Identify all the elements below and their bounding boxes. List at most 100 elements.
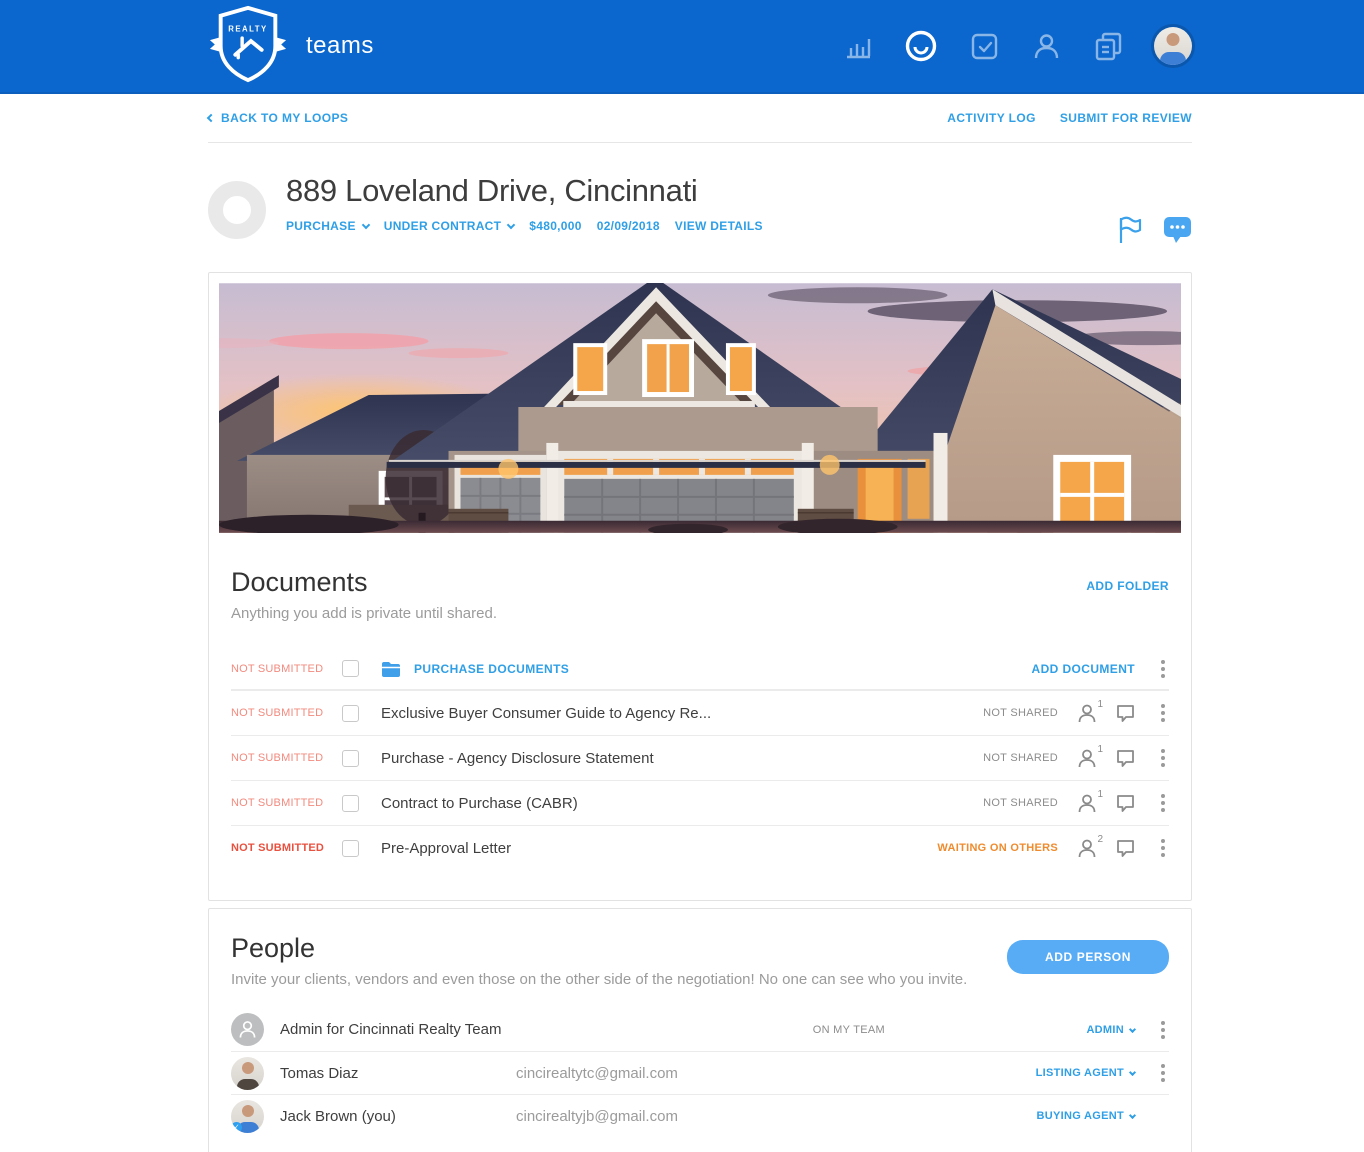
add-person-button[interactable]: ADD PERSON (1006, 940, 1169, 974)
submit-for-review-link[interactable]: SUBMIT FOR REVIEW (1060, 111, 1192, 125)
flag-icon[interactable] (1117, 215, 1143, 245)
loop-price: $480,000 (529, 219, 582, 233)
chevron-down-icon (507, 220, 516, 230)
subnav: BACK TO MY LOOPS ACTIVITY LOG SUBMIT FOR… (206, 94, 1192, 143)
person-role-dropdown[interactable]: BUYING AGENT (1003, 1110, 1137, 1122)
document-status: NOT SUBMITTED (231, 797, 324, 809)
document-kebab-icon[interactable] (1157, 839, 1169, 857)
document-name[interactable]: Contract to Purchase (CABR) (381, 795, 578, 812)
document-name[interactable]: Pre-Approval Letter (381, 840, 511, 857)
share-status: NOT SHARED (983, 797, 1058, 809)
templates-icon[interactable] (1092, 30, 1125, 63)
svg-text:REALTY: REALTY (228, 24, 267, 33)
back-to-my-loops-link[interactable]: BACK TO MY LOOPS (206, 111, 348, 125)
loop-header: 889 Loveland Drive, Cincinnati PURCHASE … (208, 143, 1192, 243)
folder-status: NOT SUBMITTED (231, 662, 324, 675)
stats-icon[interactable] (842, 30, 874, 62)
folder-name[interactable]: PURCHASE DOCUMENTS (414, 662, 569, 676)
avatar-shirt (1160, 52, 1186, 65)
document-status: NOT SUBMITTED (231, 707, 324, 719)
chevron-down-icon (1128, 1068, 1137, 1077)
folder-icon (381, 661, 401, 677)
activity-log-link[interactable]: ACTIVITY LOG (947, 111, 1036, 125)
person-name: Jack Brown (you) (280, 1107, 396, 1125)
person-avatar: ✓ (231, 1099, 264, 1133)
loop-status-dropdown[interactable]: UNDER CONTRACT (384, 219, 516, 233)
comment-icon[interactable] (1116, 749, 1135, 767)
page-title: 889 Loveland Drive, Cincinnati (286, 173, 698, 208)
document-checkbox[interactable] (342, 794, 359, 812)
realty-shield-logo-icon: REALTY (206, 3, 290, 90)
generic-person-avatar (231, 1013, 264, 1046)
avatar-face (241, 1061, 254, 1074)
messages-icon[interactable] (1163, 216, 1192, 244)
person-role-dropdown[interactable]: ADMIN (1003, 1024, 1137, 1036)
person-email: cincirealtyjb@gmail.com (516, 1107, 678, 1125)
document-row: NOT SUBMITTED Contract to Purchase (CABR… (231, 780, 1169, 825)
document-name[interactable]: Purchase - Agency Disclosure Statement (381, 750, 654, 767)
folder-checkbox[interactable] (342, 660, 359, 677)
comment-icon[interactable] (1116, 704, 1135, 722)
view-details-link[interactable]: VIEW DETAILS (675, 219, 763, 233)
person-email: cincirealtytc@gmail.com (516, 1064, 678, 1082)
document-row: NOT SUBMITTED Pre-Approval Letter WAITIN… (231, 825, 1169, 870)
add-document-link[interactable]: ADD DOCUMENT (1032, 662, 1135, 676)
loop-date: 02/09/2018 (596, 219, 660, 233)
top-navigation-bar: REALTY teams (0, 0, 1364, 94)
comment-icon[interactable] (1116, 794, 1135, 812)
tasks-icon[interactable] (968, 30, 1001, 63)
person-row: ✓ Jack Brown (you) cincirealtyjb@gmail.c… (231, 1094, 1169, 1137)
person-name: Admin for Cincinnati Realty Team (280, 1021, 502, 1038)
person-row: Admin for Cincinnati Realty Team ON MY T… (231, 1008, 1169, 1051)
loop-status-ring (208, 181, 266, 239)
documents-heading: Documents (231, 567, 368, 597)
document-kebab-icon[interactable] (1157, 704, 1169, 722)
share-status: NOT SHARED (983, 752, 1058, 764)
person-avatar (231, 1056, 264, 1090)
document-kebab-icon[interactable] (1157, 749, 1169, 767)
document-status: NOT SUBMITTED (231, 752, 324, 764)
chevron-left-icon (206, 113, 216, 123)
profile-avatar[interactable] (1154, 27, 1192, 65)
documents-subtext: Anything you add is private until shared… (231, 605, 497, 622)
people-icon[interactable] (1030, 30, 1063, 63)
verified-badge-icon: ✓ (231, 1121, 242, 1133)
chevron-down-icon (1128, 1111, 1137, 1120)
comment-icon[interactable] (1116, 839, 1135, 857)
document-row: NOT SUBMITTED Purchase - Agency Disclosu… (231, 735, 1169, 780)
avatar-suit (236, 1078, 259, 1090)
documents-card: Documents Anything you add is private un… (208, 272, 1192, 901)
people-card: People Invite your clients, vendors and … (208, 908, 1192, 1152)
person-team-label: ON MY TEAM (812, 1023, 885, 1036)
shared-people-icon[interactable]: 2 (1078, 834, 1103, 858)
shared-people-icon[interactable]: 1 (1078, 744, 1103, 768)
avatar-face (1166, 33, 1180, 46)
shared-people-icon[interactable]: 1 (1078, 789, 1103, 813)
brand[interactable]: REALTY teams (206, 3, 374, 90)
transaction-type-dropdown[interactable]: PURCHASE (286, 219, 370, 233)
share-status: NOT SHARED (983, 707, 1058, 719)
document-checkbox[interactable] (342, 704, 359, 722)
avatar-face (241, 1104, 254, 1117)
property-photo (209, 273, 1191, 533)
product-name: teams (306, 32, 374, 59)
person-name: Tomas Diaz (280, 1064, 359, 1082)
person-role-dropdown[interactable]: LISTING AGENT (1003, 1067, 1137, 1079)
person-kebab-icon[interactable] (1157, 1020, 1169, 1039)
chevron-down-icon (1128, 1025, 1137, 1033)
document-checkbox[interactable] (342, 749, 359, 767)
shared-people-icon[interactable]: 1 (1078, 699, 1103, 723)
document-kebab-icon[interactable] (1157, 794, 1169, 812)
folder-kebab-icon[interactable] (1157, 659, 1169, 678)
person-kebab-icon[interactable] (1157, 1064, 1169, 1082)
document-checkbox[interactable] (342, 839, 359, 857)
add-folder-link[interactable]: ADD FOLDER (1086, 579, 1169, 593)
document-status: NOT SUBMITTED (231, 842, 325, 854)
folder-row: NOT SUBMITTED PURCHASE DOCUMENTS ADD DOC… (231, 648, 1169, 690)
loops-icon[interactable] (903, 28, 939, 64)
person-row: Tomas Diaz cincirealtytc@gmail.com LISTI… (231, 1051, 1169, 1094)
document-name[interactable]: Exclusive Buyer Consumer Guide to Agency… (381, 705, 711, 722)
chevron-down-icon (361, 220, 370, 230)
share-status: WAITING ON OTHERS (937, 842, 1058, 854)
document-row: NOT SUBMITTED Exclusive Buyer Consumer G… (231, 690, 1169, 735)
